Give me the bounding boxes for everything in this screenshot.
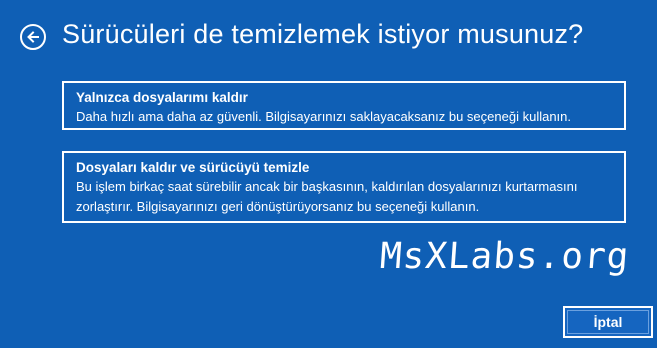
cancel-button[interactable]: İptal [563, 306, 653, 338]
page-title: Sürücüleri de temizlemek istiyor musunuz… [62, 19, 584, 49]
option-title: Dosyaları kaldır ve sürücüyü temizle [76, 160, 310, 175]
back-button[interactable] [20, 24, 46, 50]
option-description: Daha hızlı ama daha az güvenli. Bilgisay… [76, 109, 572, 124]
option-description: Bu işlem birkaç saat sürebilir ancak bir… [76, 179, 578, 214]
button-focus-ring [567, 310, 649, 334]
option-remove-and-clean-drive[interactable]: Dosyaları kaldır ve sürücüyü temizle Bu … [62, 151, 626, 223]
watermark-text: MsXLabs.org [378, 236, 631, 277]
option-title: Yalnızca dosyalarımı kaldır [76, 90, 248, 105]
reset-dialog: Sürücüleri de temizlemek istiyor musunuz… [0, 0, 657, 348]
option-remove-files-only[interactable]: Yalnızca dosyalarımı kaldır Daha hızlı a… [62, 81, 626, 130]
window-edge [657, 0, 665, 348]
arrow-left-icon [27, 31, 39, 43]
